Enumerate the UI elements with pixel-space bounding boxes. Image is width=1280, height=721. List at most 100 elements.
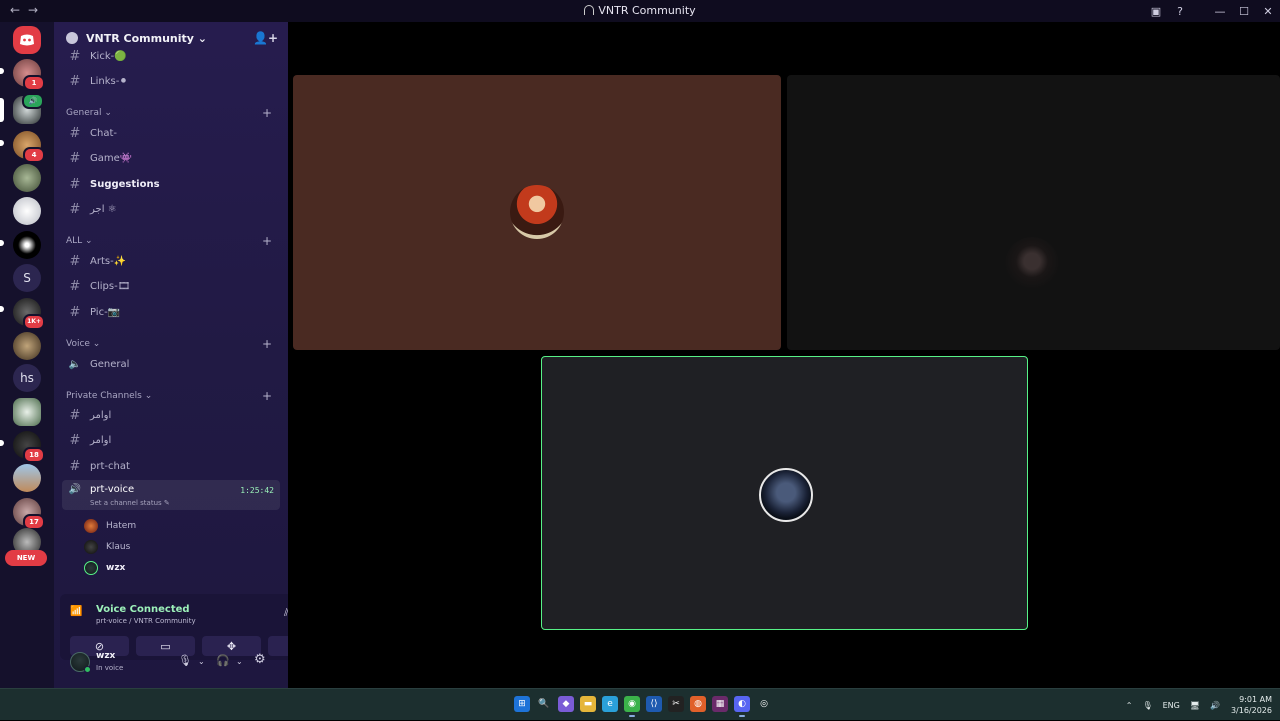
minimize-button[interactable]: — [1208, 5, 1232, 18]
channel-suggestions[interactable]: # Suggestions [62, 173, 280, 195]
channel-status-link[interactable]: Set a channel status ✎ [90, 499, 170, 507]
app-icon[interactable]: ▦ [712, 696, 728, 712]
participant-tile-hatem[interactable] [293, 75, 781, 350]
avatar [759, 468, 813, 522]
channel-label: اجر ⚛ [90, 203, 117, 215]
language-indicator[interactable]: ENG [1163, 701, 1180, 710]
create-channel-icon[interactable]: + [262, 234, 272, 248]
server-initial: S [23, 271, 31, 285]
category-voice[interactable]: Voice ⌄ + [66, 337, 276, 351]
voice-member-klaus[interactable]: Klaus [84, 538, 130, 556]
chevron-down-icon[interactable]: ⌄ [236, 657, 243, 666]
title-bar: ←→ VNTR Community ▣ ? — ☐ ✕ [0, 0, 1280, 22]
mention-badge: 1K+ [23, 314, 45, 330]
system-tray: ⌃ 🎙 ENG 🖥 🔊 9:01 AM 3/16/2026 [1121, 689, 1272, 721]
channel-clips[interactable]: # Clips-🎞 [62, 275, 280, 297]
channel-kick[interactable]: # Kick-🟢 [62, 45, 280, 67]
channel-prt-voice[interactable]: 🔊 prt-voice 1:25:42 Set a channel status… [62, 480, 280, 510]
channel-pic[interactable]: # Pic-📷 [62, 301, 280, 323]
network-icon[interactable]: 🖥 [1190, 701, 1200, 710]
server-list: 1 🔊 4 S 1K+ hs 18 17 NEW [0, 22, 54, 688]
gear-icon[interactable]: ⚙ [254, 652, 266, 667]
category-general[interactable]: General ⌄ + [66, 106, 276, 120]
chevron-down-icon[interactable]: ⌄ [198, 657, 205, 666]
voice-location[interactable]: prt-voice / VNTR Community [96, 617, 196, 625]
user-name[interactable]: wzx [96, 651, 115, 661]
help-icon[interactable]: ? [1168, 5, 1192, 18]
participant-tile-wzx[interactable] [541, 356, 1028, 630]
server-icon[interactable] [13, 464, 41, 492]
unread-pill [0, 306, 4, 312]
participant-tile-klaus[interactable] [787, 75, 1280, 350]
avatar[interactable] [70, 652, 91, 673]
server-icon[interactable]: 1K+ [13, 298, 45, 330]
microphone-icon[interactable]: 🎙 [178, 654, 192, 667]
channel-label: اوامر [90, 409, 112, 421]
server-icon[interactable]: 1 [13, 59, 45, 91]
microphone-icon[interactable]: 🎙 [1142, 701, 1152, 710]
invite-people-icon[interactable]: 👤+ [253, 31, 278, 45]
unread-pill [0, 440, 4, 446]
category-all[interactable]: ALL ⌄ + [66, 234, 276, 248]
channel-arts[interactable]: # Arts-✨ [62, 250, 280, 272]
channel-awamer-1[interactable]: # اوامر [62, 404, 280, 426]
hash-icon: # [69, 150, 81, 166]
server-icon[interactable] [13, 332, 41, 360]
capcut-icon[interactable]: ✂ [668, 696, 684, 712]
avatar [84, 561, 98, 575]
create-channel-icon[interactable]: + [262, 337, 272, 351]
search-icon[interactable]: 🔍 [536, 696, 552, 712]
chrome-icon[interactable]: ◉ [624, 696, 640, 717]
firefox-icon[interactable]: ◍ [690, 696, 706, 712]
channel-ajr[interactable]: # اجر ⚛ [62, 198, 280, 220]
hash-icon: # [69, 73, 81, 89]
server-icon[interactable]: 17 [13, 498, 45, 530]
hash-icon: # [69, 304, 81, 320]
chevron-up-icon[interactable]: ⌃ [1126, 701, 1133, 710]
server-icon[interactable]: 4 [13, 131, 45, 163]
discord-home-icon[interactable] [13, 26, 41, 54]
hash-icon: # [69, 432, 81, 448]
discord-icon[interactable]: ◐ [734, 696, 750, 717]
channel-sidebar: VNTR Community ⌄ 👤+ # Kick-🟢 # Links-⚫ Gen… [54, 22, 336, 688]
category-private[interactable]: Private Channels ⌄ + [66, 389, 276, 403]
channel-chat[interactable]: # Chat- [62, 122, 280, 144]
voice-member-wzx[interactable]: wzx [84, 559, 125, 577]
member-name: wzx [106, 563, 126, 573]
obs-icon[interactable]: ◎ [756, 696, 772, 712]
copilot-icon[interactable]: ◆ [558, 696, 574, 712]
clock[interactable]: 9:01 AM 3/16/2026 [1231, 694, 1272, 716]
server-icon-hs[interactable]: hs [13, 364, 41, 392]
start-icon[interactable]: ⊞ [514, 696, 530, 712]
voice-status[interactable]: Voice Connected [96, 604, 190, 615]
server-icon[interactable] [13, 164, 41, 192]
signal-icon[interactable]: 📶 [70, 606, 82, 617]
create-channel-icon[interactable]: + [262, 389, 272, 403]
channel-game[interactable]: # Game👾 [62, 147, 280, 169]
unread-pill [0, 240, 4, 246]
server-icon-vntr[interactable]: 🔊 [13, 93, 44, 124]
voice-member-hatem[interactable]: Hatem [84, 517, 136, 535]
server-icon-s[interactable]: S [13, 264, 41, 292]
edge-icon[interactable]: e [602, 696, 618, 712]
maximize-button[interactable]: ☐ [1232, 5, 1256, 18]
create-channel-icon[interactable]: + [262, 106, 272, 120]
channel-voice-general[interactable]: 🔈 General [62, 353, 280, 375]
vscode-icon[interactable]: ⟨⟩ [646, 696, 662, 712]
channel-label: Kick-🟢 [90, 50, 127, 62]
status-dot [84, 666, 91, 673]
new-badge[interactable]: NEW [5, 550, 47, 566]
server-icon[interactable]: 18 [13, 431, 45, 463]
server-icon[interactable] [13, 197, 41, 225]
window-title: VNTR Community [0, 4, 1280, 17]
close-button[interactable]: ✕ [1256, 5, 1280, 18]
headphones-icon[interactable]: 🎧 [216, 654, 230, 667]
file-explorer-icon[interactable]: ▬ [580, 696, 596, 712]
inbox-icon[interactable]: ▣ [1144, 5, 1168, 18]
channel-prt-chat[interactable]: # prt-chat [62, 455, 280, 477]
channel-awamer-2[interactable]: # اوامر [62, 429, 280, 451]
server-icon[interactable] [13, 398, 41, 426]
server-icon[interactable] [13, 231, 41, 259]
channel-links[interactable]: # Links-⚫ [62, 70, 280, 92]
volume-icon[interactable]: 🔊 [1210, 701, 1220, 710]
